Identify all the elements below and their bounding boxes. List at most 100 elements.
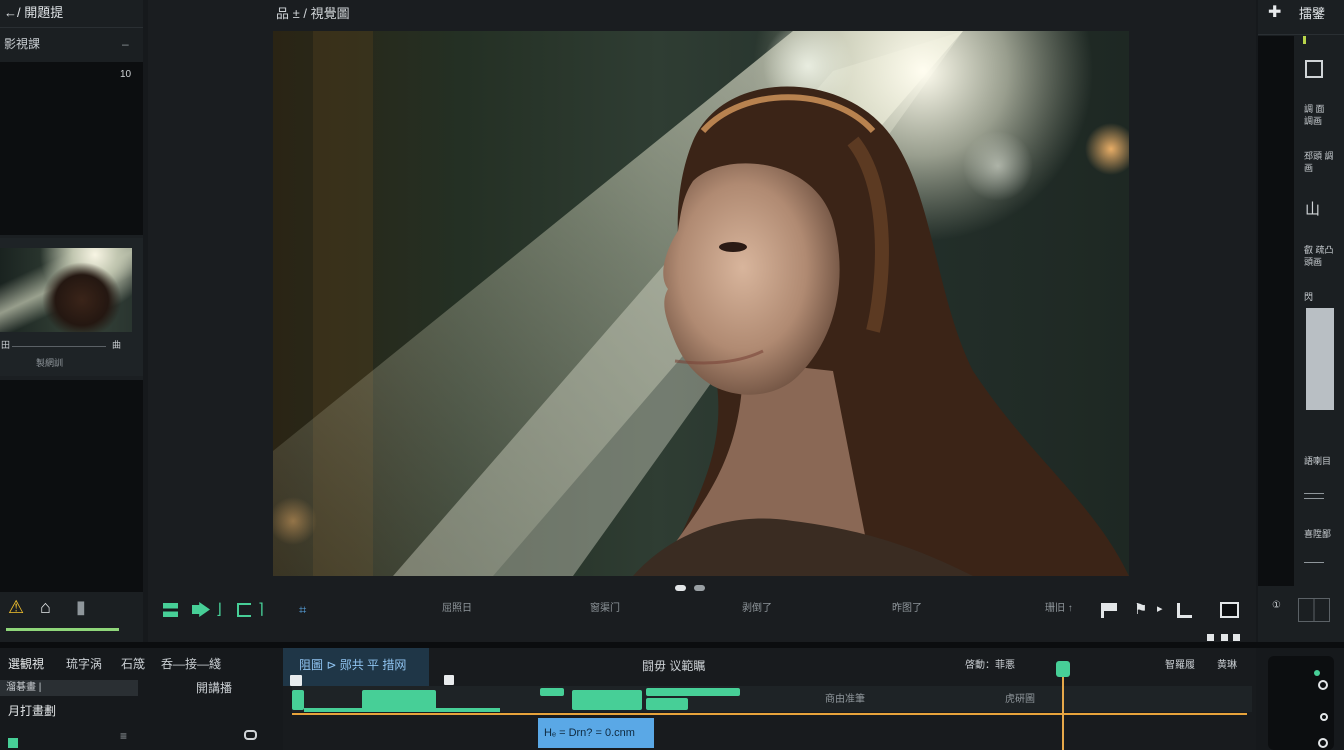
timeline-selected-clip[interactable]: Hₑ = Drn? = 0.cnm — [538, 718, 654, 748]
media-panel: ←/ 開題提 影視課 – 10 田 曲 製網訓 ⚠ ⌂ ▮ — [0, 0, 143, 642]
effects-side-label: 開講播 — [196, 681, 233, 695]
bokeh-orange-1 — [1085, 123, 1129, 175]
inspector-label-4: 閃 — [1304, 292, 1314, 302]
timeline-clip-1[interactable] — [292, 690, 304, 710]
inspector-bottom-icon[interactable]: ① — [1272, 601, 1281, 611]
preview-scene — [273, 31, 1129, 576]
audio-band[interactable] — [304, 708, 500, 712]
monitor-knob-1[interactable] — [1318, 680, 1328, 690]
timeline-marker[interactable] — [444, 675, 454, 685]
monitor-knob-2[interactable] — [1320, 713, 1328, 721]
panel-tab-icon[interactable]: ▮ — [76, 598, 86, 616]
effects-row-label: 月打畫劃 — [8, 704, 57, 718]
timeline-clip-2[interactable] — [362, 690, 436, 710]
hash-icon[interactable]: ⌗ — [299, 603, 306, 616]
grid-view-icon[interactable] — [163, 603, 178, 617]
fullscreen-icon[interactable] — [1220, 602, 1239, 618]
media-thumbnail[interactable] — [0, 248, 132, 332]
timeline-header-tab[interactable]: 阻圖 ⊳ 郧共 平 措网 — [283, 648, 429, 686]
media-thumbnail-card[interactable]: 田 曲 製網訓 — [0, 238, 143, 376]
aux-dot-1 — [1207, 634, 1214, 641]
track-label-2: 虎硏圖 — [1005, 694, 1035, 705]
flag-icon[interactable] — [1101, 603, 1117, 618]
media-panel-header-divider — [0, 27, 143, 28]
status-item-3: 剥倒了 — [742, 603, 772, 614]
timeline-center-label: 闘毋 议範瞩 — [642, 659, 706, 673]
warning-tab-icon[interactable]: ⚠ — [8, 598, 24, 616]
active-tab-underline — [6, 628, 119, 631]
aux-dot-2 — [1221, 634, 1228, 641]
status-item-2: 窗渠门 — [590, 603, 620, 614]
status-item-1: 屈照日 — [442, 603, 472, 614]
mini-monitor — [1268, 656, 1334, 750]
thumb-out-marker: 曲 — [112, 340, 122, 350]
playhead-handle[interactable] — [1056, 661, 1070, 677]
timeline-right-label-2: 智羅履 — [1165, 660, 1195, 671]
media-bin-top — [0, 62, 143, 235]
inspector-title: 擂鐾 — [1299, 6, 1326, 21]
media-count-badge: 10 — [120, 69, 132, 80]
trim-in-icon[interactable]: ⌋ — [216, 602, 222, 617]
inspector-panel: ✚ 擂鐾 調 面 調画 邳頭 調画 山 叡 疏凸 頭画 閃 語喇目 喜陞鄙 ① — [1258, 0, 1344, 642]
thumb-in-marker: 田 — [1, 340, 11, 350]
adjust-icon[interactable]: 山 — [1305, 202, 1320, 217]
aux-dot-3 — [1233, 634, 1240, 641]
effects-tab-3[interactable]: 石筬 — [121, 658, 145, 670]
monitor-indicator — [1314, 670, 1320, 676]
inspector-line-2 — [1304, 498, 1324, 499]
viewer-breadcrumb[interactable]: 品 ± / 視覺圖 — [276, 7, 350, 20]
marker-icon[interactable]: ⚑ — [1134, 602, 1147, 617]
preview-frame[interactable] — [273, 31, 1129, 576]
thumb-scrub-line[interactable] — [12, 346, 106, 347]
status-item-5: 珊旧 ↑ — [1045, 603, 1073, 614]
split-icon[interactable] — [237, 603, 251, 617]
effects-link-icon[interactable] — [244, 730, 257, 740]
effects-checkbox[interactable] — [8, 738, 18, 748]
timeline-clip-6[interactable] — [646, 698, 688, 710]
inspector-label-2: 邳頭 調画 — [1304, 151, 1334, 173]
inspector-label-3: 叡 疏凸 頭画 — [1304, 245, 1334, 267]
media-bin-bottom — [0, 380, 143, 592]
thumb-caption: 製網訓 — [36, 358, 64, 368]
level-indicator — [1303, 36, 1306, 44]
media-panel-title: ←/ 開題提 — [4, 5, 64, 20]
inspector-bottom-grid[interactable] — [1298, 598, 1330, 622]
inspector-line-3 — [1304, 562, 1324, 563]
trim-out-icon[interactable]: ⌉ — [258, 602, 264, 617]
timeline-orange-line — [292, 713, 1247, 715]
inspector-divider — [1258, 34, 1344, 35]
timeline-right-label-1: 啓動：菲悪 — [965, 660, 1015, 671]
effects-tab-4[interactable]: 呑—接—綫 — [161, 658, 221, 670]
inspector-label-1: 調 面 調画 — [1304, 104, 1325, 126]
home-tab-icon[interactable]: ⌂ — [40, 598, 51, 616]
page-dot-1[interactable] — [675, 585, 686, 591]
timeline-clip-5[interactable] — [646, 688, 740, 696]
effects-tag[interactable]: 溜碁畫 | — [0, 680, 138, 696]
timeline-in-marker[interactable] — [290, 675, 302, 686]
monitor-knob-3[interactable] — [1318, 738, 1328, 748]
inspector-slider[interactable] — [1298, 308, 1334, 410]
next-icon[interactable]: ▸ — [1157, 604, 1163, 615]
corner-icon[interactable] — [1177, 603, 1192, 618]
effects-tab-2[interactable]: 琉字涡 — [66, 658, 102, 670]
page-dot-2[interactable] — [694, 585, 705, 591]
effects-list-icon[interactable]: ≡ — [120, 730, 127, 742]
bokeh-white-2 — [963, 131, 1033, 201]
playhead-line — [1062, 677, 1064, 750]
effects-tab-1[interactable]: 選観視 — [8, 658, 44, 670]
timeline-clip-4[interactable] — [572, 690, 642, 710]
collapse-icon[interactable]: – — [122, 38, 129, 50]
track-label-1: 商由准筆 — [825, 694, 865, 705]
inspector-line-1 — [1304, 493, 1324, 494]
status-item-4: 昨图了 — [892, 603, 922, 614]
media-section-label[interactable]: 影視課 — [4, 38, 40, 50]
playback-toolbar — [148, 592, 1256, 640]
frame-icon[interactable] — [1305, 60, 1323, 78]
add-icon[interactable]: ✚ — [1268, 5, 1281, 21]
timeline-right-label-3: 黄琳 — [1217, 660, 1237, 671]
inspector-label-6: 喜陞鄙 — [1304, 529, 1332, 539]
eye — [719, 242, 747, 252]
inspector-strip — [1258, 36, 1294, 586]
inspector-label-5: 語喇目 — [1304, 456, 1332, 466]
timeline-clip-3[interactable] — [540, 688, 564, 696]
